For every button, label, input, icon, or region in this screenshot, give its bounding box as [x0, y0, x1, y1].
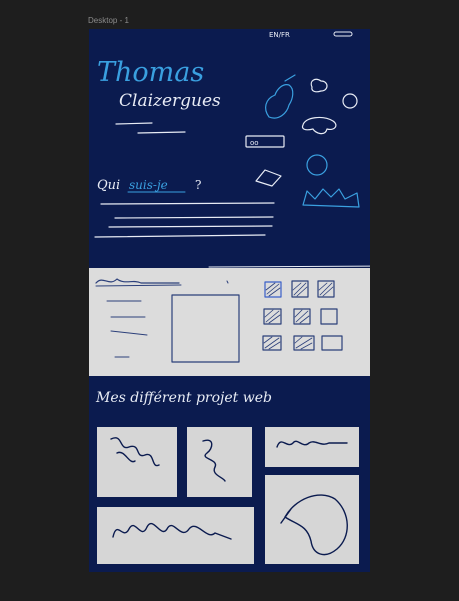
subtitle-line-1 [115, 122, 153, 125]
projects-heading: Mes différent projet web [95, 390, 272, 406]
project-3-scribble [276, 440, 348, 448]
skill-tile-9[interactable] [321, 335, 343, 351]
paragraph-line-3 [108, 225, 273, 228]
project-1-scribble [110, 437, 160, 467]
menu-pill-icon[interactable] [333, 31, 353, 37]
name-first: Thomas [97, 57, 204, 88]
desktop-frame[interactable]: EN/FR Thomas Claizergues oo Qui suis-je … [89, 29, 370, 572]
project-4-scribble [112, 522, 232, 540]
about-prefix: Qui [97, 178, 120, 193]
book-icon [255, 169, 282, 187]
icon-button-label: oo [250, 139, 259, 147]
project-2-scribble [202, 439, 226, 482]
wireframe-sketch: EN/FR Thomas Claizergues oo Qui suis-je … [94, 31, 370, 556]
about-suffix: ? [195, 178, 201, 192]
project-5-scribble [280, 494, 348, 556]
frame-label[interactable]: Desktop - 1 [88, 16, 129, 25]
skill-tile-6[interactable] [320, 308, 338, 325]
subtitle-line-2 [137, 131, 186, 134]
cloud-icon [301, 116, 337, 135]
skills-dot [226, 280, 229, 284]
gamepad-icon [310, 78, 328, 93]
skills-image-box [171, 294, 240, 363]
skills-line-3 [110, 330, 148, 336]
divider-line [208, 265, 370, 268]
ball-icon [342, 93, 358, 109]
paragraph-line-4 [94, 234, 266, 238]
skills-title-underline [95, 284, 182, 287]
lang-switch[interactable]: EN/FR [269, 31, 290, 39]
guitar-neck-icon [284, 74, 296, 82]
tile-hatching [263, 282, 334, 350]
crown-icon [302, 188, 360, 208]
circle-doodle-icon [306, 154, 328, 176]
about-highlight: suis-je [129, 178, 168, 192]
paragraph-line-1 [100, 202, 275, 205]
guitar-icon [265, 84, 294, 119]
paragraph-line-2 [114, 216, 274, 219]
skills-title-scribble [95, 278, 180, 284]
name-last: Claizergues [119, 91, 221, 111]
